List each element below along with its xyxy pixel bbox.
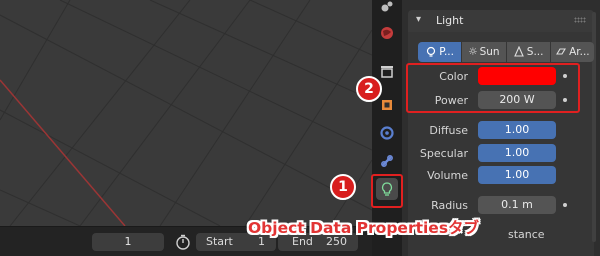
light-type-sun-label: Sun	[479, 46, 500, 58]
modifier-icon	[380, 126, 394, 140]
3d-viewport[interactable]	[0, 0, 372, 226]
step-badge-1: 1	[330, 174, 356, 200]
step-badge-2: 2	[356, 76, 382, 102]
drag-grip-icon[interactable]	[574, 17, 586, 23]
output-icon	[381, 66, 393, 78]
constraints-icon	[381, 155, 393, 167]
highlight-object-data-tab	[371, 174, 403, 208]
specular-field[interactable]: 1.00	[478, 144, 556, 162]
light-type-sun[interactable]: ☼ Sun	[462, 42, 506, 62]
physics-icon	[381, 1, 393, 12]
light-type-area[interactable]: Ar...	[550, 42, 594, 62]
world-icon	[381, 27, 393, 39]
tab-physics[interactable]	[376, 0, 398, 18]
panel-title: Light	[436, 14, 464, 27]
light-type-area-label: Ar...	[569, 46, 590, 58]
keyframe-dot-icon[interactable]	[563, 203, 567, 207]
tab-constraints[interactable]	[376, 150, 398, 172]
light-type-point[interactable]: P...	[418, 42, 462, 62]
light-type-spot[interactable]: S...	[506, 42, 550, 62]
volume-label: Volume	[427, 169, 468, 182]
x-axis-line	[0, 79, 126, 226]
tab-modifier[interactable]	[376, 122, 398, 144]
current-frame-field[interactable]: 1	[92, 233, 164, 251]
diffuse-label: Diffuse	[429, 124, 468, 137]
annotation-caption: Object Data Propertiesタブ	[248, 219, 480, 237]
spot-light-icon	[513, 46, 524, 57]
light-type-point-label: P...	[439, 46, 454, 58]
light-panel-header[interactable]: ▾ Light	[408, 10, 594, 32]
object-icon	[382, 100, 392, 110]
radius-label: Radius	[431, 199, 468, 212]
viewport-grid	[0, 0, 372, 226]
radius-field[interactable]: 0.1 m	[478, 196, 556, 214]
tab-world[interactable]	[376, 22, 398, 44]
specular-label: Specular	[419, 147, 468, 160]
light-type-selector: P... ☼ Sun S... Ar...	[418, 42, 594, 62]
volume-field[interactable]: 1.00	[478, 166, 556, 184]
custom-distance-label: stance	[508, 228, 545, 241]
area-light-icon	[556, 48, 567, 55]
diffuse-field[interactable]: 1.00	[478, 121, 556, 139]
highlight-color-power	[406, 63, 580, 113]
stopwatch-icon[interactable]	[174, 233, 192, 251]
sun-icon: ☼	[468, 46, 478, 58]
tab-output[interactable]	[376, 60, 398, 82]
light-type-spot-label: S...	[526, 46, 544, 58]
point-light-icon	[427, 46, 436, 57]
tab-object[interactable]	[376, 94, 398, 116]
chevron-down-icon: ▾	[416, 14, 422, 25]
start-label: Start	[206, 235, 233, 248]
